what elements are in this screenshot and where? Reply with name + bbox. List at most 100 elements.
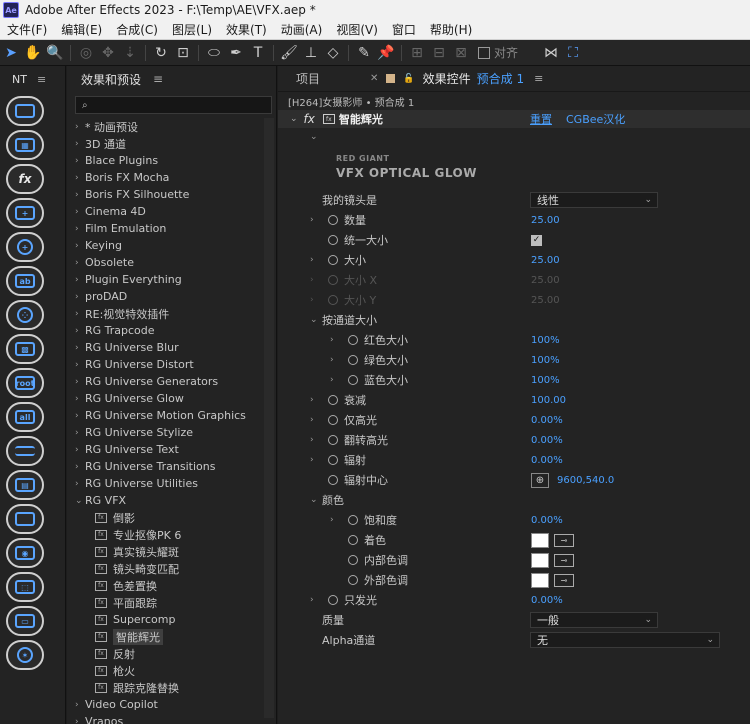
tree-item-rg-trapcode[interactable]: › RG Trapcode [67,322,276,339]
clone-stamp-tool-icon[interactable]: ⊥ [300,42,322,64]
tree-item-vranos[interactable]: › Vranos [67,713,276,724]
rotate-tool-icon[interactable]: ↻ [150,42,172,64]
lens-type-dropdown[interactable]: 线性 ⌄ [530,192,658,208]
stopwatch-icon[interactable] [328,595,338,605]
uniform-size-checkbox[interactable]: ✓ [531,234,542,246]
effect-item-chromatic-displacement[interactable]: fx 色差置换 [67,577,276,594]
prop-value[interactable]: 25.00 [531,215,560,226]
prop-value[interactable]: 100% [531,375,560,386]
stopwatch-icon[interactable] [348,375,358,385]
rail-image-add-button[interactable]: + [6,198,44,228]
tree-item-boris-silhouette[interactable]: › Boris FX Silhouette [67,186,276,203]
menu-animation[interactable]: 动画(A) [274,21,330,38]
quality-dropdown[interactable]: 一般 ⌄ [530,612,658,628]
tree-item-rg-vfx[interactable]: ⌄ RG VFX [67,492,276,509]
menu-edit[interactable]: 编辑(E) [54,21,109,38]
prop-value[interactable]: 100% [531,335,560,346]
tree-item-3d-channel[interactable]: › 3D 通道 [67,135,276,152]
prop-value[interactable]: 0.00% [531,435,563,446]
stopwatch-icon[interactable] [328,395,338,405]
rail-screen-button[interactable] [6,504,44,534]
chevron-right-icon[interactable]: › [310,255,314,265]
hand-tool-icon[interactable]: ✋ [22,42,44,64]
stopwatch-icon[interactable] [348,575,358,585]
dolly-camera-icon[interactable]: ⇣ [119,42,141,64]
tree-item-prodad[interactable]: › proDAD [67,288,276,305]
eyedropper-icon[interactable]: ⊸ [554,553,574,567]
lock-icon[interactable]: 🔓 [403,74,414,84]
menu-window[interactable]: 窗口 [385,21,423,38]
pan-camera-icon[interactable]: ✥ [97,42,119,64]
tab-effect-controls[interactable]: 效果控件 [423,70,471,87]
stopwatch-icon[interactable] [328,215,338,225]
rail-list-button[interactable] [6,436,44,466]
effect-item-lens-distortion-matcher[interactable]: fx 镜头畸变匹配 [67,560,276,577]
close-icon[interactable]: ✕ [370,73,378,84]
rail-crop-button[interactable]: ⬚ [6,572,44,602]
menu-file[interactable]: 文件(F) [0,21,54,38]
effect-item-real-lens-flare[interactable]: fx 真实镜头耀斑 [67,543,276,560]
alpha-channel-dropdown[interactable]: 无 ⌄ [530,632,720,648]
outer-tint-color-swatch[interactable] [531,572,549,588]
stopwatch-icon[interactable] [348,535,358,545]
rail-fx-styles-button[interactable]: fx [6,164,44,194]
eyedropper-icon[interactable]: ⊸ [554,533,574,547]
effect-item-planar-tracker[interactable]: fx 平面跟踪 [67,594,276,611]
crosshair-point-icon[interactable]: ⊕ [531,472,549,488]
rail-mesh-button[interactable]: ▩ [6,334,44,364]
effect-item-primatte-keyer[interactable]: fx 专业抠像PK 6 [67,526,276,543]
snap-options-icon[interactable]: ⋈ [540,42,562,64]
tree-item-animation-presets[interactable]: › * 动画预设 [67,118,276,135]
tree-item-film-emulation[interactable]: › Film Emulation [67,220,276,237]
local-axis-icon[interactable]: ⊞ [406,42,428,64]
prop-value[interactable]: 9600,540.0 [557,475,614,486]
rail-car-button[interactable] [6,96,44,126]
rail-camera-button[interactable]: ◉ [6,538,44,568]
stopwatch-icon[interactable] [348,355,358,365]
chevron-right-icon[interactable]: › [330,355,334,365]
snap-target-icon[interactable]: ⛶ [562,42,584,64]
effect-item-reflection[interactable]: fx 倒影 [67,509,276,526]
chevron-right-icon[interactable]: › [310,415,314,425]
chevron-right-icon[interactable]: › [310,455,314,465]
type-tool-icon[interactable]: T [247,42,269,64]
prop-value[interactable]: 0.00% [531,455,563,466]
view-axis-icon[interactable]: ⊠ [450,42,472,64]
prop-value[interactable]: 0.00% [531,515,563,526]
effect-item-supercomp[interactable]: fx Supercomp [67,611,276,628]
tree-item-rg-universe-transitions[interactable]: › RG Universe Transitions [67,458,276,475]
rail-ab-button[interactable]: ab [6,266,44,296]
panel-menu-icon[interactable]: ≡ [153,72,163,86]
group-per-channel-size[interactable]: ⌄ 按通道大小 [278,310,750,330]
tree-item-boris-mocha[interactable]: › Boris FX Mocha [67,169,276,186]
prop-value[interactable]: 100% [531,355,560,366]
prop-value[interactable]: 0.00% [531,415,563,426]
menu-layer[interactable]: 图层(L) [165,21,219,38]
menu-help[interactable]: 帮助(H) [423,21,479,38]
tree-item-rg-universe-motion-graphics[interactable]: › RG Universe Motion Graphics [67,407,276,424]
menu-effect[interactable]: 效果(T) [219,21,274,38]
effects-panel-title[interactable]: 效果和预设 [81,71,141,88]
snapping-checkbox[interactable] [478,46,490,59]
chevron-right-icon[interactable]: › [310,395,314,405]
effect-item-optical-glow[interactable]: fx 智能辉光 [67,628,276,645]
chevron-right-icon[interactable]: › [310,435,314,445]
panel-menu-icon[interactable]: ≡ [534,72,543,85]
effect-item-muzzle-flash[interactable]: fx 枪火 [67,662,276,679]
chevron-right-icon[interactable]: › [310,215,314,225]
tree-item-rg-universe-glow[interactable]: › RG Universe Glow [67,390,276,407]
rail-target-button[interactable]: + [6,232,44,262]
rail-root-button[interactable]: root [6,368,44,398]
rail-dots-button[interactable]: ⁘ [6,300,44,330]
tree-item-rg-universe-blur[interactable]: › RG Universe Blur [67,339,276,356]
rail-all-button[interactable]: all [6,402,44,432]
eyedropper-icon[interactable]: ⊸ [554,573,574,587]
tree-item-blace-plugins[interactable]: › Blace Plugins [67,152,276,169]
tree-item-rg-universe-text[interactable]: › RG Universe Text [67,441,276,458]
stopwatch-icon[interactable] [328,255,338,265]
stopwatch-icon[interactable] [328,455,338,465]
pen-tool-icon[interactable]: ✒ [225,42,247,64]
chevron-down-icon[interactable]: ⌄ [310,132,318,142]
prop-value[interactable]: 0.00% [531,595,563,606]
panel-menu-icon[interactable]: ≡ [37,73,46,86]
